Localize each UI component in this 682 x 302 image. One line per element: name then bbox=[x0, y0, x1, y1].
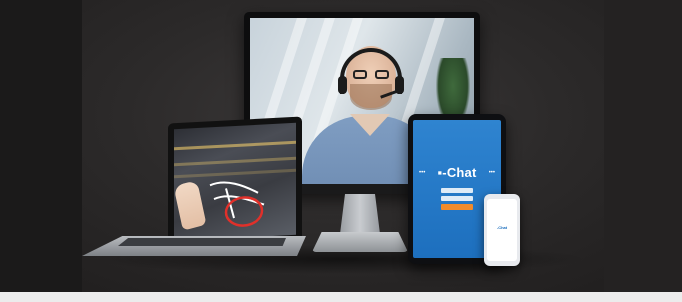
laptop-keyboard bbox=[118, 238, 286, 246]
phone-screen: -Chat bbox=[487, 199, 517, 261]
app-logo-text: -Chat bbox=[442, 165, 477, 180]
annotation-drawing bbox=[209, 181, 265, 227]
app-logo: ••• ▪-Chat ••• bbox=[413, 164, 501, 180]
smartphone: -Chat bbox=[484, 194, 520, 266]
phone-app-logo: -Chat bbox=[496, 225, 508, 230]
password-field[interactable] bbox=[441, 196, 473, 201]
login-button[interactable] bbox=[441, 204, 473, 210]
laptop bbox=[168, 116, 302, 248]
logo-dots-right: ••• bbox=[488, 170, 495, 176]
logo-dots-left: ••• bbox=[419, 170, 426, 176]
username-field[interactable] bbox=[441, 188, 473, 193]
hero-image: ••• ▪-Chat ••• -Chat bbox=[0, 0, 682, 292]
headset-earcup bbox=[338, 76, 347, 94]
left-panel bbox=[0, 0, 82, 292]
bottom-divider bbox=[0, 292, 682, 302]
monitor-stand-base bbox=[312, 232, 408, 252]
laptop-screen bbox=[174, 122, 296, 242]
monitor-stand-neck bbox=[340, 194, 380, 234]
right-panel bbox=[604, 0, 682, 292]
